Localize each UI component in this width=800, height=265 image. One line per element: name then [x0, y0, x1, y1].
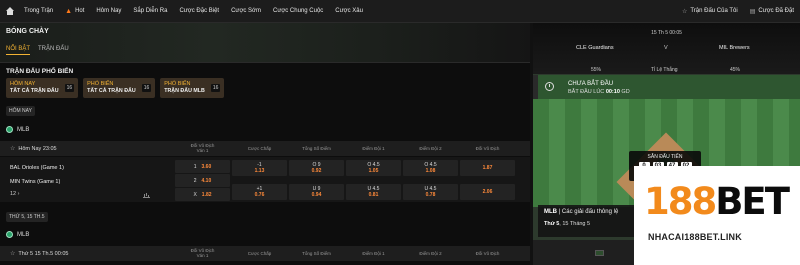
- star-icon: ☆: [681, 8, 688, 15]
- page-title: BÓNG CHÀY: [6, 28, 49, 35]
- odd-cell[interactable]: U 4.5 0.81: [346, 184, 401, 200]
- col-head-total: Tổng Số Điểm: [302, 146, 331, 151]
- match-row: BAL Orioles (Game 1) MIN Twins (Game 1) …: [0, 157, 530, 202]
- league-header[interactable]: MLB: [6, 126, 29, 133]
- home-icon[interactable]: [6, 7, 14, 15]
- brand-logo: 188BET NHACAI188BET.LINK: [634, 166, 800, 265]
- stats-icon[interactable]: [143, 192, 150, 198]
- col-head-1x2: Đối Vô Địch Ván 1: [190, 248, 215, 258]
- nav-special[interactable]: Cược Đặc Biệt: [173, 0, 225, 23]
- nav-early[interactable]: Cược Sớm: [225, 0, 267, 23]
- count-badge: 16: [141, 84, 152, 92]
- popular-card-all[interactable]: PHỔ BIẾN TẤT CẢ TRẬN ĐẤU 16: [83, 78, 156, 98]
- nav-in-play[interactable]: Trong Trận: [18, 0, 59, 23]
- odd-cell[interactable]: 1 3.60: [175, 160, 230, 173]
- match-status: CHƯA BẮT ĐẦU BẮT ĐẦU LÚC 00:10 GD: [533, 75, 800, 99]
- globe-icon: [6, 126, 13, 133]
- detail-team-home: CLE Guardians: [576, 45, 614, 51]
- col-head-total: Tổng Số Điểm: [302, 251, 331, 256]
- odd-cell[interactable]: 1.87: [460, 160, 515, 176]
- today-chip: HÔM NAY: [6, 106, 35, 116]
- col-head-team2: Điểm Đội 2: [419, 146, 442, 151]
- popular-cards: HÔM NAY TẤT CẢ TRẬN ĐẤU 16 PHỔ BIẾN TẤT CẢ…: [6, 78, 225, 98]
- odd-cell[interactable]: O 9 0.92: [289, 160, 344, 176]
- team-home[interactable]: BAL Orioles (Game 1): [10, 165, 64, 171]
- detail-team-away: MIL Brewers: [719, 45, 750, 51]
- league-header[interactable]: MLB: [6, 231, 29, 238]
- col-head-ml: Đối Vô Địch: [475, 146, 500, 151]
- star-icon[interactable]: ☆: [10, 145, 15, 152]
- versus-label: V: [664, 45, 668, 51]
- globe-icon: [6, 231, 13, 238]
- top-nav: Trong Trận ▲ Hot Hôm Nay Sắp Diễn Ra Cược…: [0, 0, 800, 23]
- col-head-1x2: Đối Vô Địch Ván 1: [190, 143, 215, 153]
- receipt-icon: ▤: [749, 8, 756, 15]
- odd-cell[interactable]: U 9 0.94: [289, 184, 344, 200]
- nav-right: ☆ Trận Đấu Của Tôi ▤ Cược Đã Đặt: [676, 0, 800, 23]
- main-panel: BÓNG CHÀY NỔI BẬT TRẬN ĐẤU TRẬN ĐẤU PHỔ …: [0, 23, 530, 265]
- col-head-handicap: Cược Chấp: [247, 146, 272, 151]
- star-icon[interactable]: ☆: [10, 250, 15, 257]
- nav-today[interactable]: Hôm Nay: [90, 0, 127, 23]
- fire-icon: ▲: [65, 7, 73, 15]
- nav-upcoming[interactable]: Sắp Diễn Ra: [127, 0, 173, 23]
- popular-card-today[interactable]: HÔM NAY TẤT CẢ TRẬN ĐẤU 16: [6, 78, 79, 98]
- sport-banner: BÓNG CHÀY NỔI BẬT TRẬN ĐẤU: [0, 23, 530, 63]
- match-header: ☆ Thứ 5 15 Th.5 00:05 Đối Vô Địch Ván 1 C…: [0, 246, 530, 261]
- odd-cell[interactable]: 2.06: [460, 184, 515, 200]
- match-date: 15 Th 5 00:05: [651, 30, 682, 36]
- clock-icon: [545, 82, 554, 91]
- odd-cell[interactable]: U 4.5 0.78: [403, 184, 458, 200]
- match-detail-header: 15 Th 5 00:05 CLE Guardians V MIL Brewer…: [533, 23, 800, 74]
- win-pct-home: 55%: [591, 67, 602, 73]
- odd-cell[interactable]: O 4.5 1.05: [346, 160, 401, 176]
- popular-title: TRẬN ĐẤU PHỔ BIẾN: [6, 68, 74, 75]
- team-away[interactable]: MIN Twins (Game 1): [10, 179, 60, 185]
- col-head-handicap: Cược Chấp: [247, 251, 272, 256]
- more-markets[interactable]: 12 ›: [10, 191, 19, 197]
- odd-cell[interactable]: X 1.82: [175, 188, 230, 201]
- sub-tabs: NỔI BẬT TRẬN ĐẤU: [6, 46, 69, 55]
- status-text: CHƯA BẮT ĐẦU: [568, 81, 614, 87]
- nav-hot[interactable]: ▲ Hot: [59, 0, 90, 23]
- count-badge: 16: [64, 84, 75, 92]
- col-head-team1: Điểm Đội 1: [362, 251, 385, 256]
- col-head-team2: Điểm Đội 2: [419, 251, 442, 256]
- nav-parlay[interactable]: Cược Xâu: [329, 0, 369, 23]
- win-pct-label: Tỉ Lệ Thắng: [651, 67, 678, 73]
- tab-featured[interactable]: NỔI BẬT: [6, 46, 31, 55]
- odd-cell[interactable]: -1 1.13: [232, 160, 287, 176]
- field-icon: [595, 249, 604, 256]
- count-badge: 16: [210, 84, 221, 92]
- win-pct-away: 45%: [730, 67, 741, 73]
- day-chip: THỨ 5, 15 TH.5: [6, 212, 48, 222]
- odd-cell[interactable]: +1 0.76: [232, 184, 287, 200]
- popular-card-mlb[interactable]: PHỔ BIẾN TRẬN ĐẤU MLB 16: [160, 78, 225, 98]
- nav-my-matches[interactable]: ☆ Trận Đấu Của Tôi: [676, 0, 744, 23]
- tab-matches[interactable]: TRẬN ĐẤU: [38, 46, 69, 55]
- col-head-ml: Đối Vô Địch: [475, 251, 500, 256]
- nav-outright[interactable]: Cược Chung Cuộc: [267, 0, 329, 23]
- nav-placed-bets[interactable]: ▤ Cược Đã Đặt: [744, 0, 800, 23]
- odd-cell[interactable]: O 4.5 1.08: [403, 160, 458, 176]
- col-head-team1: Điểm Đội 1: [362, 146, 385, 151]
- odd-cell[interactable]: 2 4.10: [175, 174, 230, 187]
- start-time: BẮT ĐẦU LÚC 00:10 GD: [568, 89, 630, 95]
- match-header: ☆ Hôm Nay 23:05 Đối Vô Địch Ván 1 Cược Ch…: [0, 141, 530, 156]
